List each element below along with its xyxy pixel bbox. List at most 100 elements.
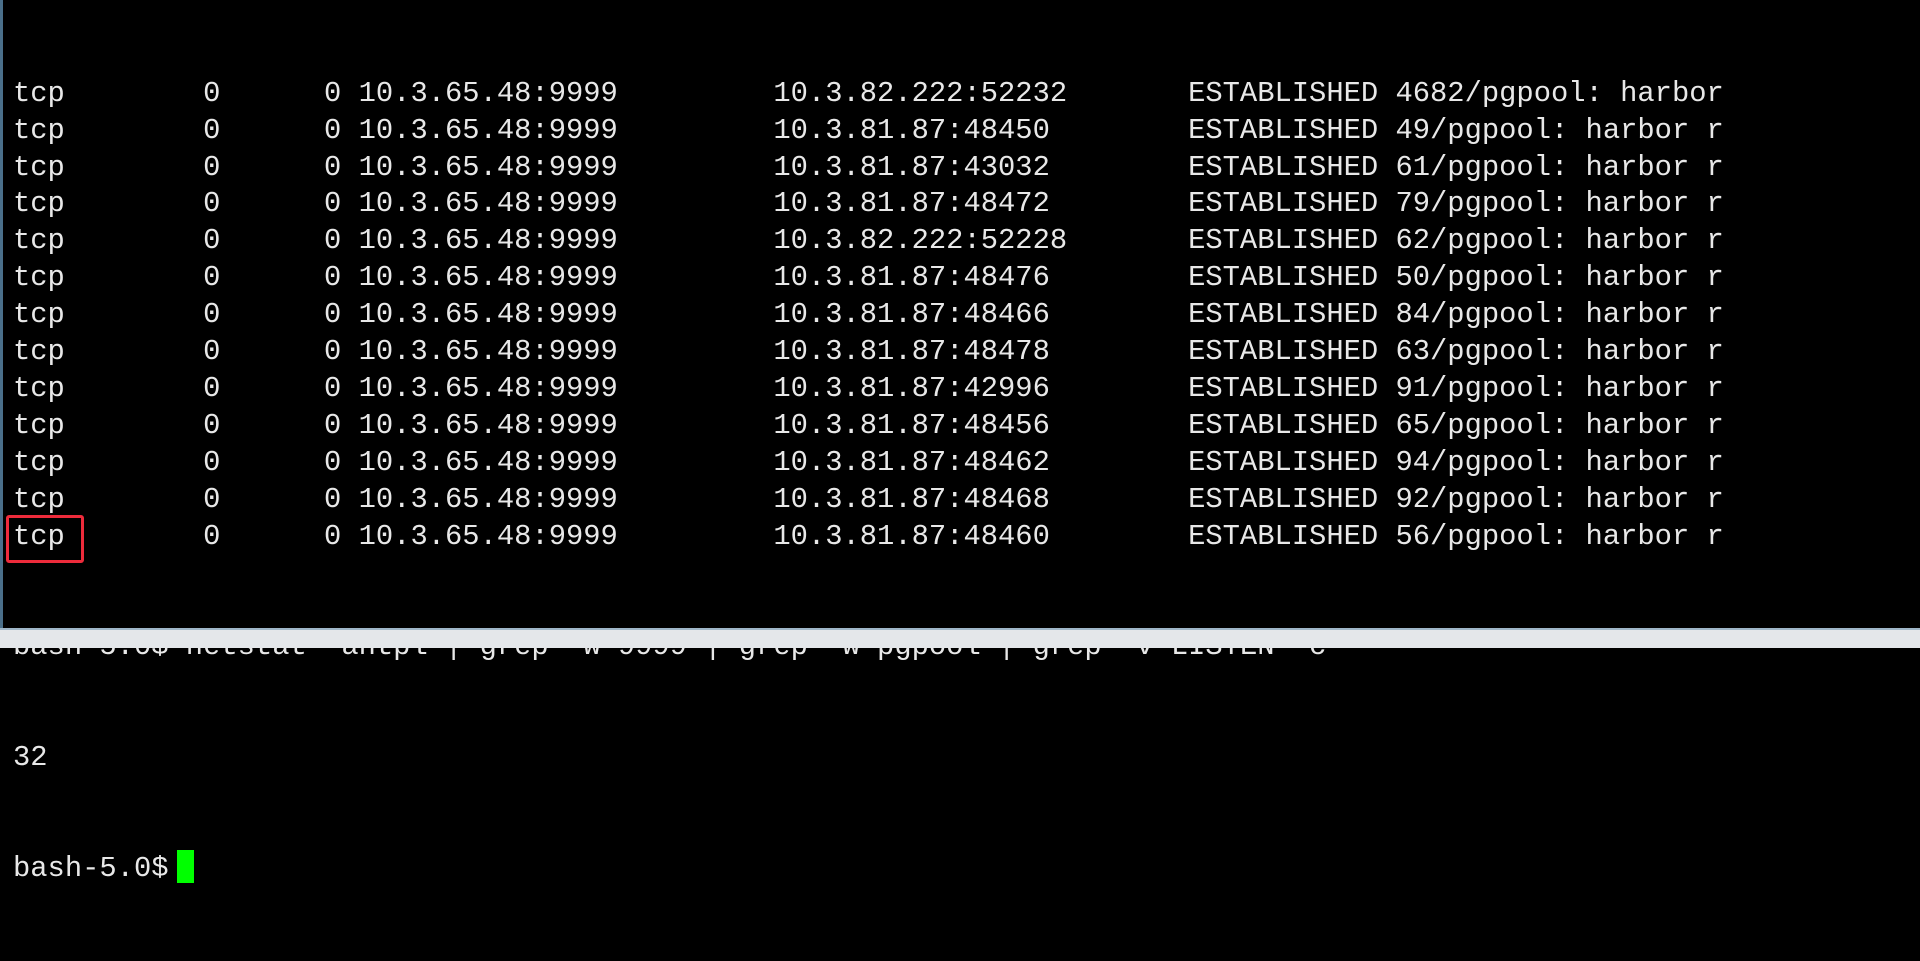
- send-q: 0: [324, 187, 342, 221]
- recv-q: 0: [203, 224, 221, 258]
- recv-q: 0: [203, 113, 221, 147]
- proto: tcp: [13, 408, 65, 442]
- recv-q: 0: [203, 261, 221, 295]
- state: ESTABLISHED: [1188, 298, 1379, 332]
- state: ESTABLISHED: [1188, 261, 1379, 295]
- send-q: 0: [324, 335, 342, 369]
- pid-program: 49/pgpool: harbor r: [1395, 113, 1724, 147]
- pid-program: 79/pgpool: harbor r: [1395, 187, 1724, 221]
- local-address: 10.3.65.48:9999: [358, 113, 618, 147]
- proto: tcp: [13, 445, 65, 479]
- netstat-row: tcp 0 0 10.3.65.48:9999 10.3.81.87:48468 ESTA…: [13, 482, 1724, 519]
- local-address: 10.3.65.48:9999: [358, 261, 618, 295]
- recv-q: 0: [203, 408, 221, 442]
- proto: tcp: [13, 113, 65, 147]
- foreign-address: 10.3.81.87:48468: [773, 482, 1050, 516]
- foreign-address: 10.3.81.87:48460: [773, 519, 1050, 553]
- local-address: 10.3.65.48:9999: [358, 335, 618, 369]
- state: ESTABLISHED: [1188, 335, 1379, 369]
- terminal-output: tcp 0 0 10.3.65.48:9999 10.3.82.222:52232 EST…: [13, 2, 1724, 961]
- pid-program: 63/pgpool: harbor r: [1395, 335, 1724, 369]
- state: ESTABLISHED: [1188, 482, 1379, 516]
- pid-program: 92/pgpool: harbor r: [1395, 482, 1724, 516]
- state: ESTABLISHED: [1188, 113, 1379, 147]
- prompt-line[interactable]: bash-5.0$: [13, 849, 1326, 888]
- recv-q: 0: [203, 150, 221, 184]
- foreign-address: 10.3.81.87:43032: [773, 150, 1050, 184]
- state: ESTABLISHED: [1188, 371, 1379, 405]
- send-q: 0: [324, 482, 342, 516]
- state: ESTABLISHED: [1188, 76, 1379, 110]
- recv-q: 0: [203, 298, 221, 332]
- result-highlight-box: [6, 515, 84, 563]
- local-address: 10.3.65.48:9999: [358, 445, 618, 479]
- local-address: 10.3.65.48:9999: [358, 519, 618, 553]
- local-address: 10.3.65.48:9999: [358, 482, 618, 516]
- state: ESTABLISHED: [1188, 445, 1379, 479]
- pid-program: 50/pgpool: harbor r: [1395, 261, 1724, 295]
- netstat-row: tcp 0 0 10.3.65.48:9999 10.3.81.87:43032 ESTA…: [13, 150, 1724, 187]
- state: ESTABLISHED: [1188, 224, 1379, 258]
- foreign-address: 10.3.81.87:48450: [773, 113, 1050, 147]
- netstat-row: tcp 0 0 10.3.65.48:9999 10.3.81.87:48450 ESTA…: [13, 113, 1724, 150]
- foreign-address: 10.3.82.222:52228: [773, 224, 1068, 258]
- foreign-address: 10.3.81.87:48478: [773, 335, 1050, 369]
- pid-program: 61/pgpool: harbor r: [1395, 150, 1724, 184]
- send-q: 0: [324, 408, 342, 442]
- recv-q: 0: [203, 187, 221, 221]
- send-q: 0: [324, 445, 342, 479]
- proto: tcp: [13, 298, 65, 332]
- foreign-address: 10.3.81.87:48466: [773, 298, 1050, 332]
- send-q: 0: [324, 371, 342, 405]
- send-q: 0: [324, 298, 342, 332]
- proto: tcp: [13, 371, 65, 405]
- pid-program: 94/pgpool: harbor r: [1395, 445, 1724, 479]
- send-q: 0: [324, 150, 342, 184]
- pid-program: 4682/pgpool: harbor: [1395, 76, 1724, 110]
- send-q: 0: [324, 224, 342, 258]
- foreign-address: 10.3.81.87:48462: [773, 445, 1050, 479]
- recv-q: 0: [203, 519, 221, 553]
- recv-q: 0: [203, 445, 221, 479]
- cursor: [177, 849, 195, 883]
- netstat-row: tcp 0 0 10.3.65.48:9999 10.3.81.87:48478 ESTA…: [13, 334, 1724, 371]
- netstat-row: tcp 0 0 10.3.65.48:9999 10.3.81.87:48476 ESTA…: [13, 260, 1724, 297]
- local-address: 10.3.65.48:9999: [358, 298, 618, 332]
- local-address: 10.3.65.48:9999: [358, 150, 618, 184]
- pid-program: 84/pgpool: harbor r: [1395, 298, 1724, 332]
- foreign-address: 10.3.81.87:42996: [773, 371, 1050, 405]
- recv-q: 0: [203, 371, 221, 405]
- netstat-row: tcp 0 0 10.3.65.48:9999 10.3.81.87:48456 ESTA…: [13, 408, 1724, 445]
- proto: tcp: [13, 187, 65, 221]
- state: ESTABLISHED: [1188, 187, 1379, 221]
- local-address: 10.3.65.48:9999: [358, 408, 618, 442]
- recv-q: 0: [203, 482, 221, 516]
- proto: tcp: [13, 150, 65, 184]
- terminal-window[interactable]: tcp 0 0 10.3.65.48:9999 10.3.82.222:52232 EST…: [0, 0, 1920, 885]
- local-address: 10.3.65.48:9999: [358, 76, 618, 110]
- netstat-row: tcp 0 0 10.3.65.48:9999 10.3.82.222:52228 EST…: [13, 223, 1724, 260]
- proto: tcp: [13, 224, 65, 258]
- foreign-address: 10.3.81.87:48476: [773, 261, 1050, 295]
- foreign-address: 10.3.81.87:48472: [773, 187, 1050, 221]
- pid-program: 65/pgpool: harbor r: [1395, 408, 1724, 442]
- command-result: 32: [13, 740, 48, 774]
- state: ESTABLISHED: [1188, 519, 1379, 553]
- foreign-address: 10.3.82.222:52232: [773, 76, 1068, 110]
- state: ESTABLISHED: [1188, 408, 1379, 442]
- proto: tcp: [13, 76, 65, 110]
- netstat-row: tcp 0 0 10.3.65.48:9999 10.3.81.87:42996 ESTA…: [13, 371, 1724, 408]
- recv-q: 0: [203, 335, 221, 369]
- netstat-row: tcp 0 0 10.3.65.48:9999 10.3.81.87:48460 ESTA…: [13, 519, 1724, 556]
- proto: tcp: [13, 335, 65, 369]
- send-q: 0: [324, 113, 342, 147]
- recv-q: 0: [203, 76, 221, 110]
- state: ESTABLISHED: [1188, 150, 1379, 184]
- netstat-row: tcp 0 0 10.3.65.48:9999 10.3.81.87:48472 ESTA…: [13, 186, 1724, 223]
- proto: tcp: [13, 261, 65, 295]
- proto: tcp: [13, 482, 65, 516]
- send-q: 0: [324, 76, 342, 110]
- send-q: 0: [324, 261, 342, 295]
- netstat-row: tcp 0 0 10.3.65.48:9999 10.3.82.222:52232 EST…: [13, 76, 1724, 113]
- prompt: bash-5.0$: [13, 851, 169, 885]
